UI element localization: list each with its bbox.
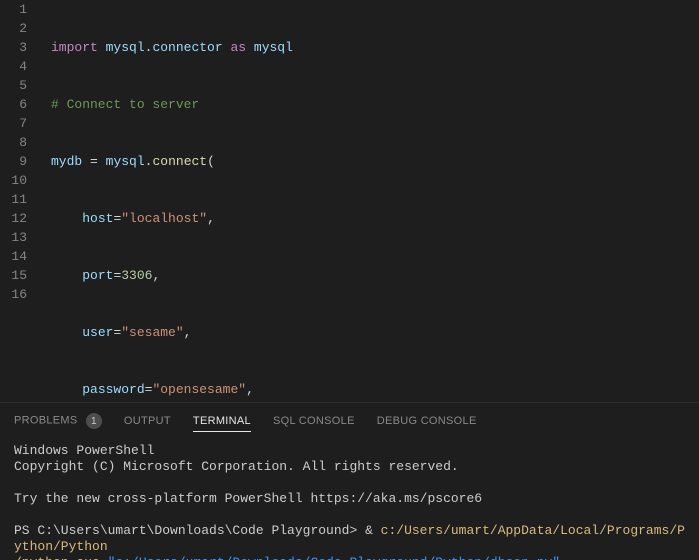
- code-line: port=3306,: [51, 266, 699, 285]
- tab-label: SQL CONSOLE: [273, 415, 355, 427]
- tab-debug-console[interactable]: DEBUG CONSOLE: [377, 411, 477, 431]
- line-number: 13: [0, 228, 27, 247]
- tab-label: OUTPUT: [124, 415, 171, 427]
- problems-badge: 1: [86, 413, 102, 429]
- tab-output[interactable]: OUTPUT: [124, 411, 171, 431]
- terminal-amp: &: [365, 523, 381, 538]
- tab-sql-console[interactable]: SQL CONSOLE: [273, 411, 355, 431]
- line-number: 6: [0, 95, 27, 114]
- terminal-line: Copyright (C) Microsoft Corporation. All…: [14, 459, 459, 474]
- line-number: 3: [0, 38, 27, 57]
- line-number: 1: [0, 0, 27, 19]
- bottom-panel: PROBLEMS 1 OUTPUT TERMINAL SQL CONSOLE D…: [0, 402, 699, 560]
- line-number: 4: [0, 57, 27, 76]
- line-number: 14: [0, 247, 27, 266]
- panel-tabs: PROBLEMS 1 OUTPUT TERMINAL SQL CONSOLE D…: [0, 403, 699, 439]
- line-number: 11: [0, 190, 27, 209]
- tab-problems[interactable]: PROBLEMS 1: [14, 409, 102, 433]
- code-line: password="opensesame",: [51, 380, 699, 399]
- terminal-arg: "c:/Users/umart/Downloads/Code Playgroun…: [108, 555, 560, 560]
- code-line: import mysql.connector as mysql: [51, 38, 699, 57]
- line-number: 16: [0, 285, 27, 304]
- tab-terminal[interactable]: TERMINAL: [193, 411, 251, 432]
- terminal-output[interactable]: Windows PowerShell Copyright (C) Microso…: [0, 439, 699, 560]
- tab-label: PROBLEMS: [14, 415, 78, 427]
- line-number: 5: [0, 76, 27, 95]
- code-editor[interactable]: 1 2 3 4 5 6 7 8 9 10 11 12 13 14 15 16 i…: [0, 0, 699, 402]
- terminal-line: Try the new cross-platform PowerShell ht…: [14, 491, 482, 506]
- code-area[interactable]: import mysql.connector as mysql # Connec…: [45, 0, 699, 402]
- line-number: 2: [0, 19, 27, 38]
- line-number: 15: [0, 266, 27, 285]
- tab-label: TERMINAL: [193, 415, 251, 427]
- line-number: 9: [0, 152, 27, 171]
- code-line: host="localhost",: [51, 209, 699, 228]
- line-number: 12: [0, 209, 27, 228]
- terminal-line: Windows PowerShell: [14, 443, 154, 458]
- line-number-gutter: 1 2 3 4 5 6 7 8 9 10 11 12 13 14 15 16: [0, 0, 45, 402]
- terminal-path: /python.exe: [14, 555, 108, 560]
- line-number: 7: [0, 114, 27, 133]
- code-line: # Connect to server: [51, 95, 699, 114]
- code-line: user="sesame",: [51, 323, 699, 342]
- line-number: 10: [0, 171, 27, 190]
- terminal-prompt: PS C:\Users\umart\Downloads\Code Playgro…: [14, 523, 365, 538]
- code-line: mydb = mysql.connect(: [51, 152, 699, 171]
- line-number: 8: [0, 133, 27, 152]
- tab-label: DEBUG CONSOLE: [377, 415, 477, 427]
